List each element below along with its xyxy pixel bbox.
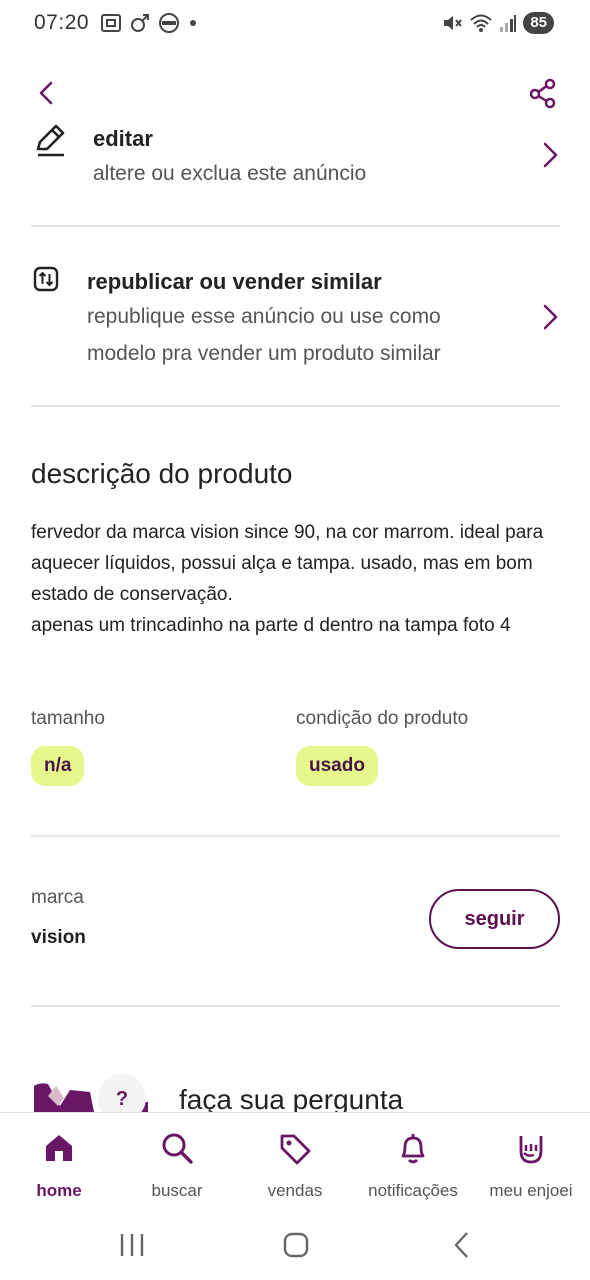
edit-subtitle: altere ou exclua este anúncio — [93, 162, 367, 185]
brand-value: vision — [31, 927, 86, 948]
mute-icon — [444, 16, 463, 30]
question-illustration-icon: ? — [34, 1074, 148, 1112]
nav-search[interactable]: buscar — [118, 1113, 236, 1210]
bottom-nav: home buscar vendas notificações meu enjo… — [0, 1112, 590, 1210]
battery-badge: 85 — [523, 12, 554, 34]
ask-title: faça sua pergunta — [179, 1084, 404, 1112]
nav-home[interactable]: home — [0, 1113, 118, 1210]
status-left-icons — [100, 12, 200, 34]
nav-label-home: home — [36, 1181, 82, 1200]
republish-icon — [33, 266, 59, 292]
follow-button[interactable]: seguir — [429, 889, 560, 949]
nav-sales[interactable]: vendas — [236, 1113, 354, 1210]
edit-title: editar — [93, 126, 153, 151]
republish-subtitle-line2: modelo pra vender um produto similar — [87, 342, 441, 365]
size-chip: n/a — [31, 746, 85, 786]
chevron-right-icon — [543, 142, 558, 168]
back-button[interactable] — [30, 76, 64, 110]
chevron-right-icon — [543, 304, 558, 330]
app-icon — [159, 13, 179, 33]
size-label: tamanho — [31, 708, 105, 729]
divider — [31, 835, 560, 837]
nav-label-search: buscar — [151, 1181, 203, 1200]
nav-notifications[interactable]: notificações — [354, 1113, 472, 1210]
system-back-icon[interactable] — [450, 1230, 474, 1260]
status-right: 85 — [441, 12, 554, 34]
home-icon — [46, 1135, 72, 1161]
status-time: 07:20 — [34, 11, 90, 34]
condition-chip: usado — [296, 746, 378, 786]
ask-illustration: ? — [30, 1072, 150, 1112]
system-nav-bar — [0, 1210, 590, 1280]
chevron-left-icon — [39, 81, 53, 105]
share-icon — [529, 78, 556, 109]
wifi-icon — [470, 14, 492, 32]
status-bar: 07:20 85 — [0, 0, 590, 46]
republish-subtitle-line1: republique esse anúncio ou use como — [87, 305, 441, 328]
share-button[interactable] — [526, 76, 560, 110]
nav-label-notifications: notificações — [368, 1181, 458, 1200]
signal-icon — [500, 15, 517, 32]
divider — [31, 405, 560, 407]
divider — [31, 1005, 560, 1007]
screenshot-icon — [101, 14, 121, 32]
republish-title: republicar ou vender similar — [87, 269, 382, 294]
bell-icon — [401, 1134, 425, 1164]
home-button-icon[interactable] — [282, 1230, 310, 1260]
brand-label: marca — [31, 887, 84, 908]
condition-label: condição do produto — [296, 708, 469, 729]
recent-apps-icon[interactable] — [118, 1230, 146, 1260]
ask-question-section[interactable]: ? faça sua pergunta — [0, 1064, 590, 1112]
dot-icon — [190, 20, 196, 26]
description-text: fervedor da marca vision since 90, na co… — [31, 522, 544, 636]
rock-hand-icon — [519, 1136, 543, 1164]
edit-listing-row[interactable]: editar altere ou exclua este anúncio — [0, 115, 590, 205]
pencil-icon — [36, 124, 65, 157]
tag-icon — [280, 1134, 311, 1165]
republish-row[interactable]: republicar ou vender similar republique … — [0, 260, 590, 380]
nav-label-sales: vendas — [267, 1181, 323, 1200]
gender-icon — [131, 14, 149, 32]
nav-my-enjoei[interactable]: meu enjoei — [472, 1113, 590, 1210]
question-badge: ? — [116, 1088, 128, 1110]
divider — [31, 225, 560, 227]
search-icon — [162, 1133, 193, 1164]
top-nav — [0, 74, 590, 114]
description-title: descrição do produto — [31, 458, 293, 489]
nav-label-my-enjoei: meu enjoei — [489, 1181, 573, 1200]
